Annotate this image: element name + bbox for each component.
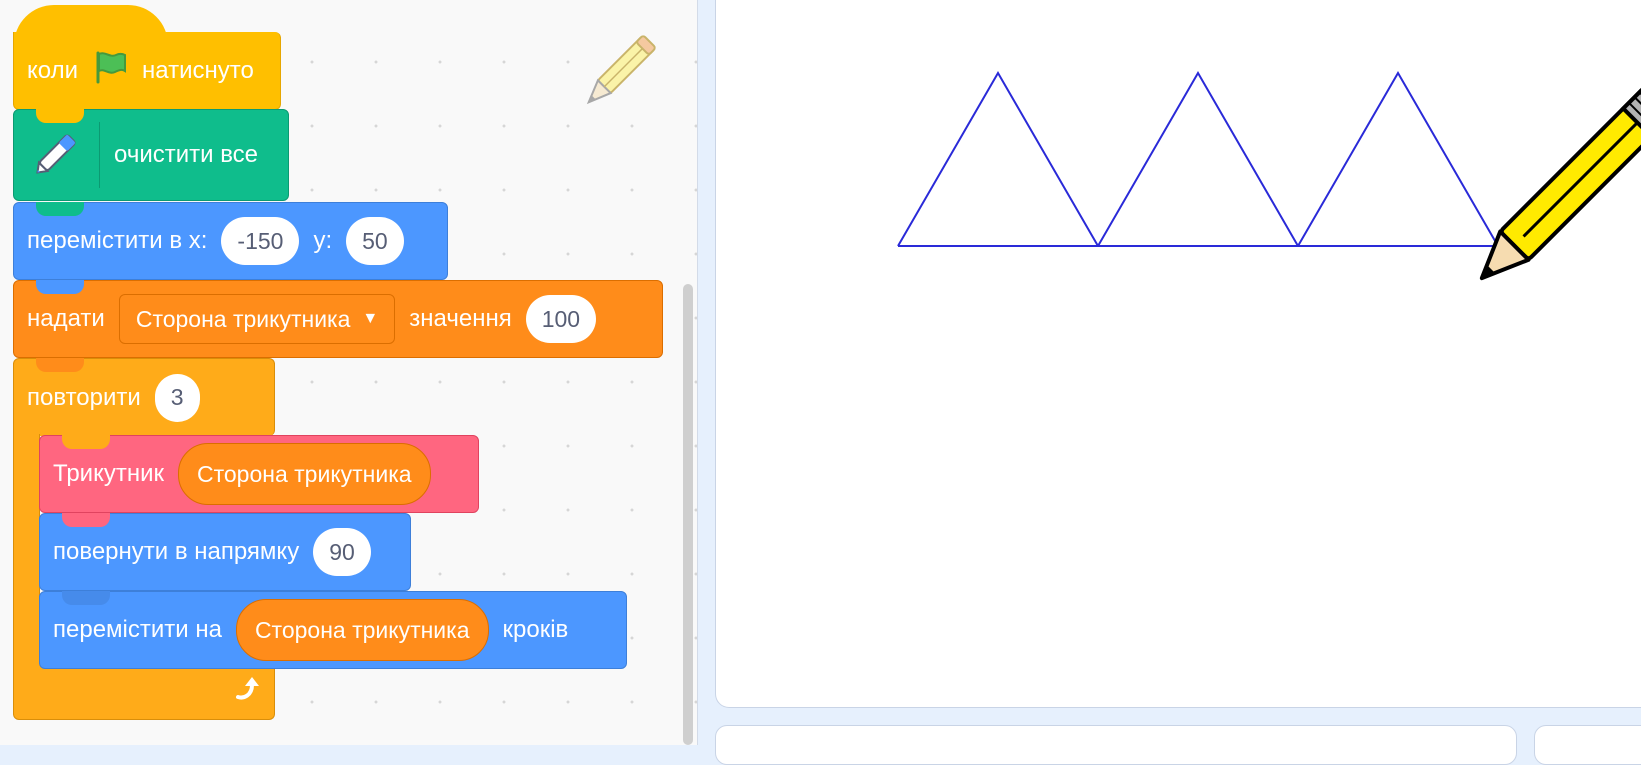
move-label: перемістити на	[53, 616, 222, 643]
repeat-block-arm	[13, 434, 40, 666]
loop-arrow-icon	[232, 675, 262, 708]
go-to-xy-block[interactable]: перемістити в x: -150 y: 50	[13, 202, 448, 280]
when-flag-clicked-block[interactable]: коли натиснуто	[13, 32, 281, 110]
block-notch	[62, 591, 110, 605]
code-workspace[interactable]: коли натиснуто очистити все перемістити …	[0, 0, 697, 745]
block-notch	[36, 109, 84, 123]
side-length-reporter[interactable]: Сторона трикутника	[178, 443, 431, 505]
stage-drawing	[897, 71, 1641, 293]
when-label: коли	[27, 56, 78, 84]
variable-dropdown[interactable]: Сторона трикутника ▼	[118, 294, 396, 344]
workspace-scrollbar[interactable]	[683, 284, 693, 745]
value-input[interactable]: 100	[525, 295, 597, 343]
block-notch	[62, 435, 110, 449]
triangle-3	[1297, 71, 1499, 247]
pencil-sprite-icon[interactable]	[1468, 75, 1641, 293]
drawn-triangles	[897, 71, 1499, 247]
erase-all-block[interactable]: очистити все	[13, 109, 289, 201]
block-notch	[36, 202, 84, 216]
stage-canvas[interactable]	[715, 0, 1641, 708]
variable-name: Сторона трикутника	[135, 305, 351, 332]
clicked-label: натиснуто	[142, 56, 254, 84]
green-flag-icon	[92, 49, 128, 92]
value-label: значення	[409, 305, 512, 332]
direction-input[interactable]: 90	[313, 528, 371, 576]
triangle-1	[897, 71, 1099, 247]
erase-all-label: очистити все	[114, 141, 259, 168]
side-length-reporter[interactable]: Сторона трикутника	[235, 599, 489, 661]
steps-label: кроків	[502, 616, 569, 643]
point-label: повернути в напрямку	[53, 538, 300, 565]
triangle-custom-block[interactable]: Трикутник Сторона трикутника	[39, 435, 479, 513]
go-to-label: перемістити в x:	[27, 227, 208, 254]
set-label: надати	[27, 305, 105, 332]
block-notch	[36, 280, 84, 294]
triangle-2	[1097, 71, 1299, 247]
move-steps-block[interactable]: перемістити на Сторона трикутника кроків	[39, 591, 627, 669]
block-notch	[62, 513, 110, 527]
y-input[interactable]: 50	[346, 217, 404, 265]
x-input[interactable]: -150	[221, 217, 300, 265]
sprite-info-panel	[715, 725, 1517, 765]
panel-divider	[697, 0, 715, 745]
repeat-label: повторити	[27, 383, 141, 411]
stage-selector-panel	[1534, 725, 1641, 765]
dropdown-caret-icon: ▼	[362, 310, 379, 327]
repeat-block-footer	[13, 664, 275, 720]
point-in-direction-block[interactable]: повернути в напрямку 90	[39, 513, 411, 591]
sprite-thumbnail-pencil-icon	[572, 24, 662, 124]
repeat-block[interactable]: повторити 3	[13, 358, 275, 436]
pen-extension-icon	[27, 122, 89, 189]
triangle-label: Трикутник	[53, 460, 164, 487]
y-label: y:	[313, 227, 333, 254]
block-separator	[99, 122, 100, 188]
set-variable-block[interactable]: надати Сторона трикутника ▼ значення 100	[13, 280, 663, 358]
repeat-count-input[interactable]: 3	[154, 373, 200, 422]
block-notch	[36, 358, 84, 372]
